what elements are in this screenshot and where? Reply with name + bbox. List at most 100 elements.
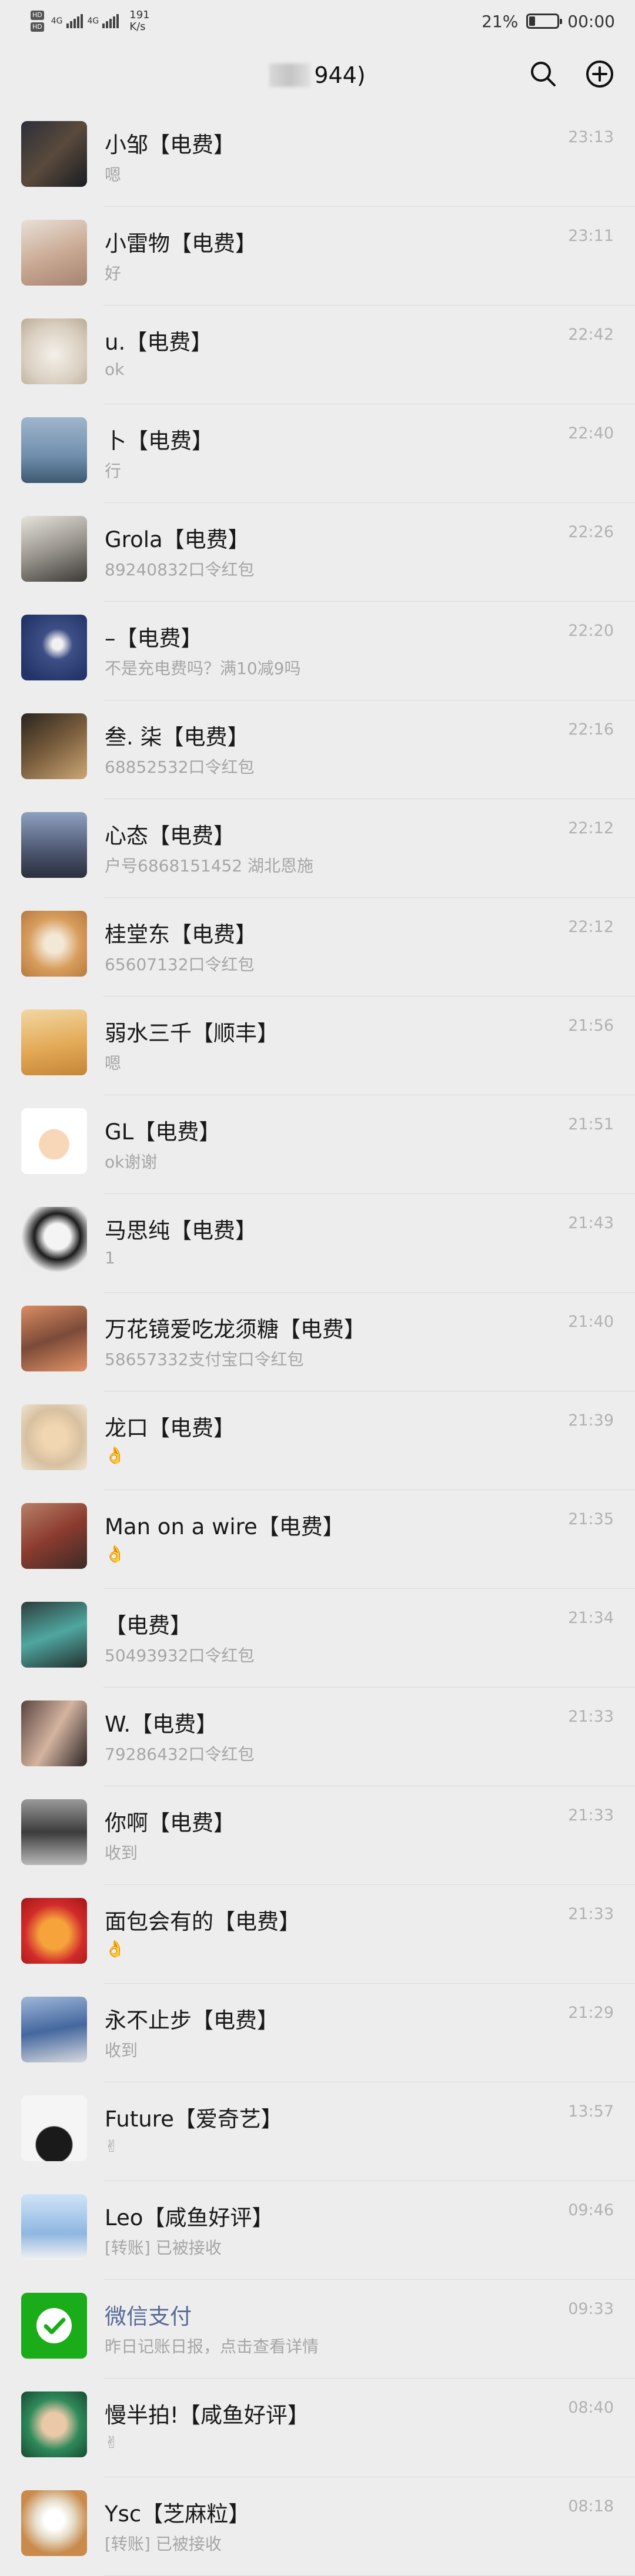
message-time: 21:33	[568, 1806, 614, 1824]
last-message: 50493932口令红包	[105, 1646, 255, 1665]
chat-row[interactable]: –【电费】 不是充电费吗？满10减9吗 22:20	[0, 602, 635, 700]
avatar[interactable]	[21, 417, 87, 483]
chat-name: 桂堂东【电费】	[105, 922, 257, 947]
last-message: 好	[105, 264, 122, 283]
chat-name: 卜【电费】	[105, 428, 213, 454]
chat-name: 小雷物【电费】	[105, 231, 257, 256]
chat-row[interactable]: Future【爱奇艺】 ✌ 13:57	[0, 2082, 635, 2181]
hd-badge-2: HD	[31, 22, 44, 32]
last-message: ok谢谢	[105, 1152, 158, 1172]
chat-row[interactable]: 小雷物【电费】好 23:11	[0, 207, 635, 306]
last-message: 58657332支付宝口令红包	[105, 1350, 304, 1369]
message-time: 08:40	[568, 2399, 614, 2417]
chat-row[interactable]: u.【电费】 ok 22:42	[0, 306, 635, 404]
message-time: 22:12	[568, 918, 614, 936]
chat-row[interactable]: Grola【电费】 89240832口令红包 22:26	[0, 503, 635, 602]
status-left: HD HD 4G 4G 191 K/s	[31, 9, 150, 33]
chat-row[interactable]: 弱水三千【顺丰】嗯 21:56	[0, 997, 635, 1095]
avatar[interactable]	[21, 1404, 87, 1470]
avatar[interactable]	[21, 2490, 87, 2556]
message-time: 09:33	[568, 2300, 614, 2318]
last-message: 收到	[105, 2041, 138, 2060]
chat-row[interactable]: 叁. 柒【电费】 68852532口令红包 22:16	[0, 700, 635, 799]
chat-name: 小邹【电费】	[105, 132, 235, 157]
status-right: 21% 00:00	[482, 12, 615, 31]
chat-name: 龙口【电费】	[105, 1416, 235, 1441]
avatar[interactable]	[21, 911, 87, 977]
chat-name: Man on a wire【电费】	[105, 1514, 345, 1539]
message-time: 09:46	[568, 2201, 614, 2219]
avatar[interactable]	[21, 1009, 87, 1075]
header-actions	[528, 59, 615, 89]
message-time: 21:33	[568, 1905, 614, 1923]
avatar[interactable]	[21, 516, 87, 582]
chat-row[interactable]: Man on a wire【电费】 👌 21:35	[0, 1490, 635, 1589]
chat-name: 万花镜爱吃龙须糖【电费】	[105, 1317, 366, 1342]
signal-2: 4G	[88, 14, 119, 28]
avatar[interactable]	[21, 615, 87, 680]
last-message: 65607132口令红包	[105, 955, 255, 974]
search-icon[interactable]	[528, 59, 559, 89]
chat-row[interactable]: W.【电费】 79286432口令红包 21:33	[0, 1688, 635, 1786]
avatar[interactable]	[21, 1503, 87, 1569]
avatar[interactable]	[21, 812, 87, 878]
avatar[interactable]	[21, 1602, 87, 1668]
chat-row[interactable]: Ysc【芝麻粒】 [转账] 已被接收 08:18	[0, 2477, 635, 2576]
avatar[interactable]	[21, 1108, 87, 1174]
chat-row[interactable]: 【电费】 50493932口令红包 21:34	[0, 1589, 635, 1688]
last-message: 收到	[105, 1843, 138, 1863]
avatar[interactable]	[21, 121, 87, 187]
last-message: ✌	[105, 2136, 119, 2156]
status-bar: HD HD 4G 4G 191 K/s 21% 00:00	[0, 0, 635, 42]
title-suffix: 944)	[314, 62, 366, 88]
avatar[interactable]	[21, 2095, 87, 2161]
chat-row[interactable]: 微信支付 昨日记账日报，点击查看详情 09:33	[0, 2280, 635, 2379]
page-title: 944)	[269, 62, 366, 88]
chat-list: 小邹【电费】嗯 23:13 小雷物【电费】好 23:11 u.【电费】 ok 22:42 卜【…	[0, 108, 635, 2576]
avatar[interactable]	[21, 1700, 87, 1766]
chat-row[interactable]: 面包会有的【电费】 👌 21:33	[0, 1885, 635, 1984]
message-time: 21:39	[568, 1411, 614, 1430]
chat-name: Leo【咸鱼好评】	[105, 2205, 274, 2230]
last-message: ok	[105, 360, 125, 379]
wechat-pay-icon[interactable]	[21, 2293, 87, 2359]
avatar[interactable]	[21, 1799, 87, 1865]
battery-level	[529, 16, 535, 26]
chat-row[interactable]: 小邹【电费】嗯 23:13	[0, 108, 635, 207]
add-icon[interactable]	[584, 59, 615, 89]
signal-2-label: 4G	[87, 16, 99, 26]
chat-row[interactable]: 慢半拍!【咸鱼好评】 ✌ 08:40	[0, 2379, 635, 2477]
chat-name: 马思纯【电费】	[105, 1218, 257, 1243]
chat-row[interactable]: 桂堂东【电费】 65607132口令红包 22:12	[0, 898, 635, 997]
signal-1: 4G	[51, 14, 83, 28]
last-message: 不是充电费吗？满10减9吗	[105, 659, 301, 678]
chat-row[interactable]: 你啊【电费】 收到 21:33	[0, 1786, 635, 1885]
chat-row[interactable]: 卜【电费】行 22:40	[0, 404, 635, 503]
avatar[interactable]	[21, 1306, 87, 1371]
message-time: 21:40	[568, 1313, 614, 1331]
avatar[interactable]	[21, 220, 87, 286]
chat-row[interactable]: GL【电费】 ok谢谢 21:51	[0, 1095, 635, 1194]
chat-row[interactable]: 心态【电费】 户号6868151452 湖北恩施 22:12	[0, 799, 635, 898]
chat-name: –【电费】	[105, 626, 203, 651]
chat-name: GL【电费】	[105, 1119, 221, 1145]
chat-row[interactable]: 马思纯【电费】 1 21:43	[0, 1194, 635, 1293]
avatar[interactable]	[21, 1997, 87, 2062]
chat-name: 弱水三千【顺丰】	[105, 1021, 279, 1046]
avatar[interactable]	[21, 2194, 87, 2260]
signal-1-label: 4G	[51, 16, 63, 26]
message-time: 13:57	[568, 2102, 614, 2121]
chat-name: 【电费】	[105, 1613, 192, 1638]
avatar[interactable]	[21, 1207, 87, 1273]
message-time: 21:51	[568, 1115, 614, 1133]
avatar[interactable]	[21, 1898, 87, 1964]
chat-row[interactable]: Leo【咸鱼好评】 [转账] 已被接收 09:46	[0, 2181, 635, 2280]
chat-row[interactable]: 龙口【电费】 👌 21:39	[0, 1391, 635, 1490]
avatar[interactable]	[21, 318, 87, 384]
chat-name: 心态【电费】	[105, 823, 235, 848]
chat-row[interactable]: 万花镜爱吃龙须糖【电费】 58657332支付宝口令红包 21:40	[0, 1293, 635, 1391]
avatar[interactable]	[21, 2391, 87, 2457]
chat-row[interactable]: 永不止步【电费】 收到 21:29	[0, 1984, 635, 2082]
avatar[interactable]	[21, 713, 87, 779]
last-message: 昨日记账日报，点击查看详情	[105, 2337, 319, 2356]
